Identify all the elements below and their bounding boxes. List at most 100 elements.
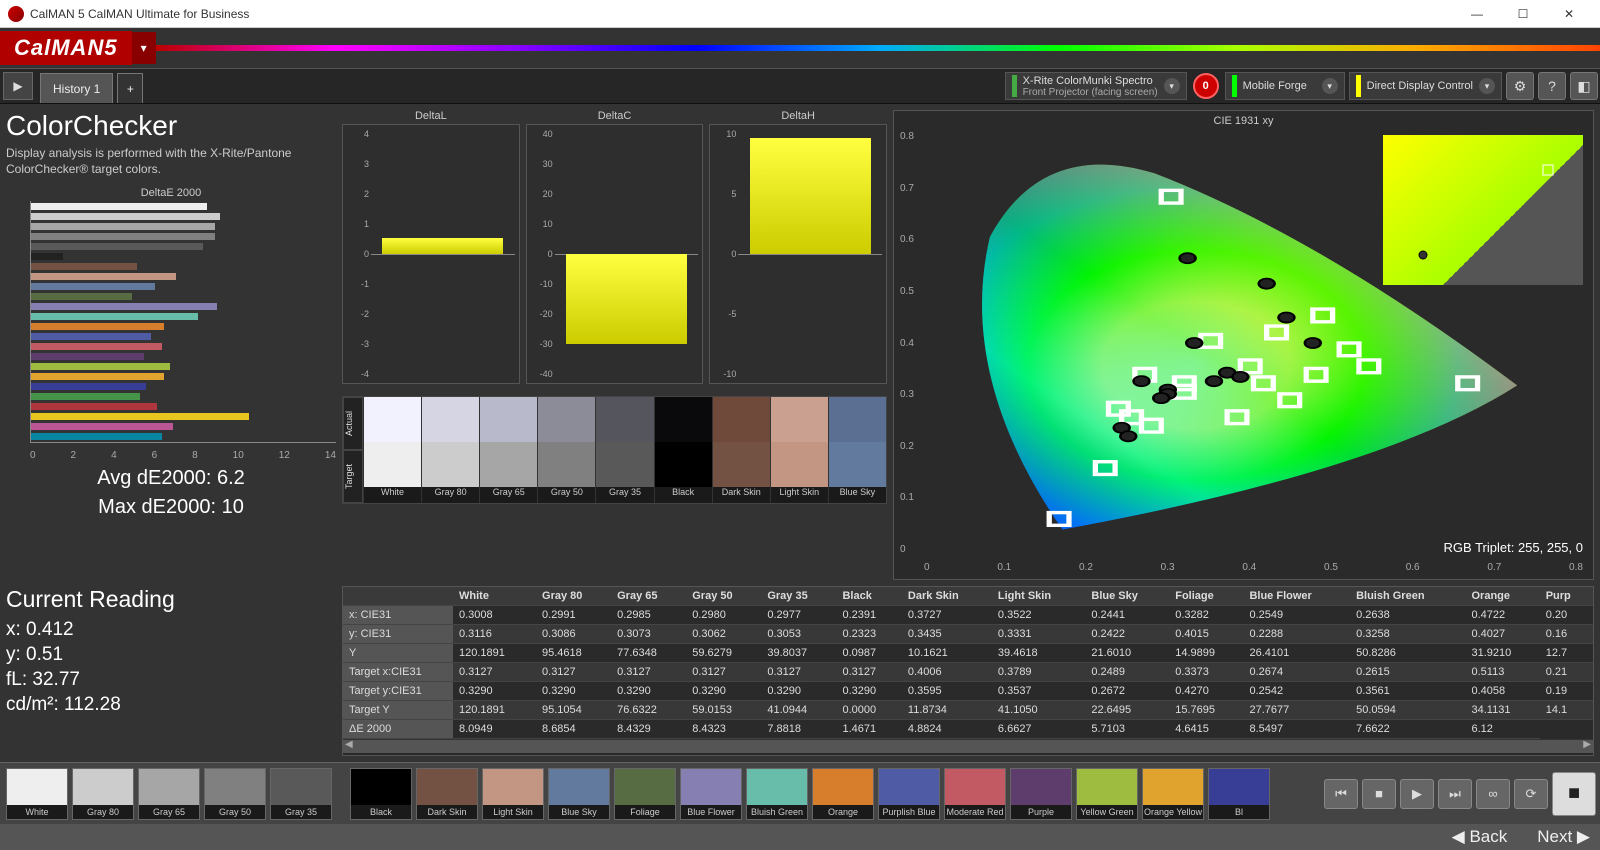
back-button[interactable]: ◀ Back: [1452, 827, 1508, 847]
refresh-button[interactable]: ⟳: [1514, 779, 1548, 809]
footer-swatch[interactable]: Light Skin: [482, 768, 544, 820]
device-selector[interactable]: Mobile Forge ▾: [1225, 72, 1345, 100]
reading-row: x: 0.412: [6, 619, 336, 641]
de-bar: [31, 403, 157, 410]
footer-swatch[interactable]: Gray 65: [138, 768, 200, 820]
chevron-down-icon: ▾: [1164, 78, 1180, 94]
footer-swatch[interactable]: Dark Skin: [416, 768, 478, 820]
chevron-down-icon: ▾: [1322, 78, 1338, 94]
brand-bar: CalMAN5 ▾: [0, 28, 1600, 68]
swatch-column[interactable]: Gray 35: [595, 397, 653, 503]
play-button[interactable]: ▶: [1400, 779, 1434, 809]
brand-menu-button[interactable]: ▾: [132, 32, 156, 64]
footer-swatch[interactable]: Gray 50: [204, 768, 266, 820]
table-header: Gray 50: [686, 587, 761, 606]
device-selector[interactable]: Direct Display Control ▾: [1349, 72, 1502, 100]
swatch-column[interactable]: Blue Sky: [828, 397, 886, 503]
playback-controls: ⏮ ■ ▶ ⏭ ∞ ⟳ ■: [1324, 772, 1596, 816]
swatch-column[interactable]: White: [363, 397, 421, 503]
record-button[interactable]: 0: [1193, 73, 1219, 99]
table-row: y: CIE310.31160.30860.30730.30620.30530.…: [343, 625, 1593, 644]
colorchecker-panel: ColorChecker Display analysis is perform…: [6, 110, 336, 580]
tab-history-1[interactable]: History 1: [40, 73, 113, 103]
footer-swatch[interactable]: Gray 80: [72, 768, 134, 820]
panel-toggle-button[interactable]: ◧: [1570, 72, 1598, 100]
swatch-column[interactable]: Dark Skin: [712, 397, 770, 503]
de-bar: [31, 323, 164, 330]
de-bar: [31, 283, 155, 290]
device-selector[interactable]: X-Rite ColorMunki SpectroFront Projector…: [1005, 72, 1187, 100]
cie-rgb-readout: RGB Triplet: 255, 255, 0: [1444, 540, 1583, 555]
maximize-button[interactable]: ☐: [1500, 0, 1546, 28]
loop-button[interactable]: ∞: [1476, 779, 1510, 809]
table-header: Foliage: [1169, 587, 1243, 606]
footer-swatch[interactable]: Purplish Blue: [878, 768, 940, 820]
close-button[interactable]: ✕: [1546, 0, 1592, 28]
prev-set-button[interactable]: ⏮: [1324, 779, 1358, 809]
swatch-column[interactable]: Gray 65: [479, 397, 537, 503]
stop-button[interactable]: ■: [1362, 779, 1396, 809]
footer-swatch[interactable]: Foliage: [614, 768, 676, 820]
de-bar: [31, 203, 207, 210]
swatch-row-target: Target: [343, 450, 363, 503]
cie-panel: CIE 1931 xy 00.10.20.30.40.50.60.70.8: [893, 110, 1594, 580]
table-header: Dark Skin: [902, 587, 992, 606]
swatch-strip: Actual Target White Gray 80 Gray 65 Gray…: [342, 396, 887, 504]
tab-add-button[interactable]: +: [117, 73, 143, 103]
footer-swatch[interactable]: Yellow Green: [1076, 768, 1138, 820]
delta-panels: DeltaL 43210-1-2-3-4 DeltaC 403020100-10…: [342, 110, 887, 580]
footer-swatch[interactable]: Gray 35: [270, 768, 332, 820]
footer-swatch[interactable]: Orange Yellow: [1142, 768, 1204, 820]
table-header: Light Skin: [992, 587, 1085, 606]
table-scrollbar[interactable]: [343, 739, 1593, 753]
table-row: Target Y120.189195.105476.632259.015341.…: [343, 701, 1593, 720]
page-title: ColorChecker: [6, 110, 336, 142]
table-header: Purp: [1540, 587, 1593, 606]
table-row: Target y:CIE310.32900.32900.32900.32900.…: [343, 682, 1593, 701]
toolbar: ▶ History 1 + X-Rite ColorMunki SpectroF…: [0, 68, 1600, 104]
de-bar: [31, 413, 249, 420]
run-button[interactable]: ▶: [3, 72, 33, 100]
footer-swatch[interactable]: Bl: [1208, 768, 1270, 820]
help-button[interactable]: ?: [1538, 72, 1566, 100]
chevron-down-icon: ▾: [1479, 78, 1495, 94]
rainbow-divider: [156, 45, 1600, 51]
tab-label: History 1: [53, 82, 100, 96]
next-set-button[interactable]: ⏭: [1438, 779, 1472, 809]
measure-stop-button[interactable]: ■: [1552, 772, 1596, 816]
footer-swatch[interactable]: Orange: [812, 768, 874, 820]
footer-swatch[interactable]: Moderate Red: [944, 768, 1006, 820]
table-header: Orange: [1465, 587, 1539, 606]
reading-row: y: 0.51: [6, 644, 336, 666]
table-row: x: CIE310.30080.29910.29850.29800.29770.…: [343, 606, 1593, 625]
footer-swatch[interactable]: White: [6, 768, 68, 820]
swatch-column[interactable]: Gray 50: [537, 397, 595, 503]
window-title: CalMAN 5 CalMAN Ultimate for Business: [30, 7, 1454, 21]
data-table: WhiteGray 80Gray 65Gray 50Gray 35BlackDa…: [343, 587, 1593, 739]
table-header: Blue Sky: [1085, 587, 1169, 606]
settings-button[interactable]: ⚙: [1506, 72, 1534, 100]
footer-swatch[interactable]: Blue Sky: [548, 768, 610, 820]
mini-chart: 403020100-10-20-30-40: [526, 124, 704, 384]
de-bar: [31, 353, 144, 360]
brand-logo: CalMAN5: [0, 31, 132, 65]
mini-chart: 1050-5-10: [709, 124, 887, 384]
footer-swatch[interactable]: Blue Flower: [680, 768, 742, 820]
next-button[interactable]: Next ▶: [1537, 827, 1590, 847]
minimize-button[interactable]: —: [1454, 0, 1500, 28]
table-header: Gray 65: [611, 587, 686, 606]
footer-swatch[interactable]: Black: [350, 768, 412, 820]
reading-row: fL: 32.77: [6, 669, 336, 691]
app-icon: [8, 6, 24, 22]
swatch-column[interactable]: Light Skin: [770, 397, 828, 503]
footer-swatch[interactable]: Purple: [1010, 768, 1072, 820]
swatch-column[interactable]: Black: [654, 397, 712, 503]
de-bar: [31, 363, 170, 370]
de2000-chart: 02468101214: [6, 201, 336, 461]
avg-de2000: Avg dE2000: 6.2: [6, 467, 336, 490]
footer-swatch[interactable]: Bluish Green: [746, 768, 808, 820]
window-titlebar: CalMAN 5 CalMAN Ultimate for Business — …: [0, 0, 1600, 28]
current-reading-panel: Current Reading x: 0.412y: 0.51fL: 32.77…: [6, 586, 336, 756]
data-table-wrap[interactable]: WhiteGray 80Gray 65Gray 50Gray 35BlackDa…: [342, 586, 1594, 756]
swatch-column[interactable]: Gray 80: [421, 397, 479, 503]
